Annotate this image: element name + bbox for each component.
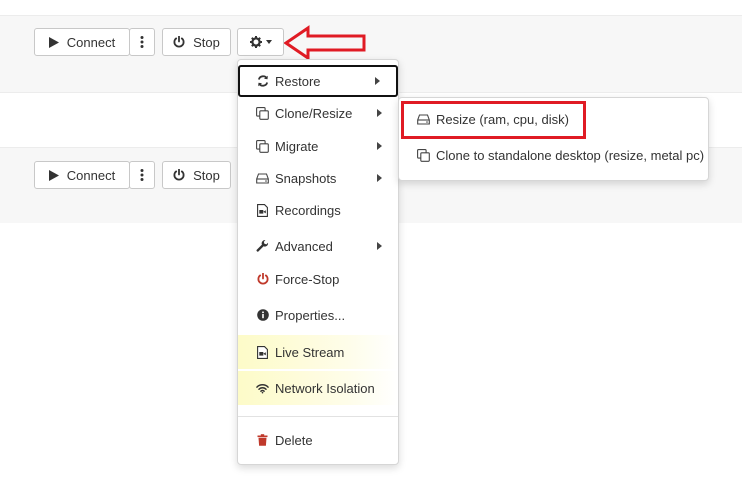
menu-item-advanced[interactable]: Advanced [238, 230, 398, 262]
stop-button[interactable]: Stop [162, 28, 231, 56]
caret-down-icon [265, 40, 272, 44]
menu-item-label: Snapshots [275, 170, 337, 186]
wifi-icon [256, 382, 269, 395]
caret-right-icon [377, 142, 382, 150]
wrench-icon [256, 239, 269, 253]
menu-item-snapshots[interactable]: Snapshots [238, 162, 398, 194]
settings-dropdown-button[interactable] [237, 28, 284, 56]
annotation-highlight-box [401, 101, 586, 139]
menu-item-label: Delete [275, 432, 313, 448]
vertical-dots-icon [140, 169, 144, 181]
menu-divider [238, 416, 398, 417]
menu-item-label: Live Stream [275, 344, 345, 360]
video-file-icon [256, 203, 269, 217]
stop-label: Stop [193, 167, 220, 183]
caret-right-icon [377, 242, 382, 250]
play-icon [48, 169, 59, 181]
caret-right-icon [377, 174, 382, 182]
menu-item-recordings[interactable]: Recordings [238, 194, 398, 226]
power-icon [173, 36, 185, 48]
menu-item-properties[interactable]: Properties... [238, 299, 398, 331]
drive-icon [256, 172, 269, 185]
stop-button[interactable]: Stop [162, 161, 231, 189]
info-icon [256, 309, 269, 322]
menu-item-label: Network Isolation [275, 380, 375, 396]
play-icon [48, 36, 59, 48]
menu-item-label: Restore [275, 73, 321, 89]
caret-right-icon [375, 77, 380, 85]
menu-item-restore[interactable]: Restore [238, 65, 398, 97]
refresh-icon [256, 75, 269, 88]
menu-item-network-isolation[interactable]: Network Isolation [238, 371, 398, 405]
connect-label: Connect [66, 34, 116, 50]
annotation-arrow-icon [284, 25, 366, 61]
submenu-item-label: Clone to standalone desktop (resize, met… [436, 147, 705, 163]
menu-item-clone-resize[interactable]: Clone/Resize [238, 97, 398, 129]
vertical-dots-icon [140, 36, 144, 48]
video-file-icon [256, 345, 269, 359]
power-icon [256, 273, 269, 286]
menu-item-label: Migrate [275, 138, 319, 154]
clone-icon [256, 139, 269, 153]
menu-item-label: Force-Stop [275, 271, 340, 287]
clone-icon [256, 106, 269, 120]
menu-item-label: Recordings [275, 202, 341, 218]
menu-item-label: Clone/Resize [275, 105, 353, 121]
menu-item-label: Properties... [275, 307, 346, 323]
submenu-item-clone-standalone[interactable]: Clone to standalone desktop (resize, met… [399, 141, 708, 169]
trash-icon [256, 434, 269, 447]
settings-dropdown-menu: Restore Clone/Resize Migrate Snapshots R… [237, 59, 399, 465]
gear-icon [249, 36, 262, 48]
power-icon [173, 169, 185, 181]
menu-item-live-stream[interactable]: Live Stream [238, 335, 398, 369]
menu-item-label: Advanced [275, 238, 333, 254]
menu-item-delete[interactable]: Delete [238, 424, 398, 456]
connect-label: Connect [66, 167, 116, 183]
menu-item-force-stop[interactable]: Force-Stop [238, 263, 398, 295]
stop-label: Stop [193, 34, 220, 50]
more-options-button[interactable] [129, 161, 155, 189]
caret-right-icon [377, 109, 382, 117]
more-options-button[interactable] [129, 28, 155, 56]
connect-button[interactable]: Connect [34, 161, 130, 189]
menu-item-migrate[interactable]: Migrate [238, 130, 398, 162]
connect-button[interactable]: Connect [34, 28, 130, 56]
clone-icon [417, 148, 430, 162]
